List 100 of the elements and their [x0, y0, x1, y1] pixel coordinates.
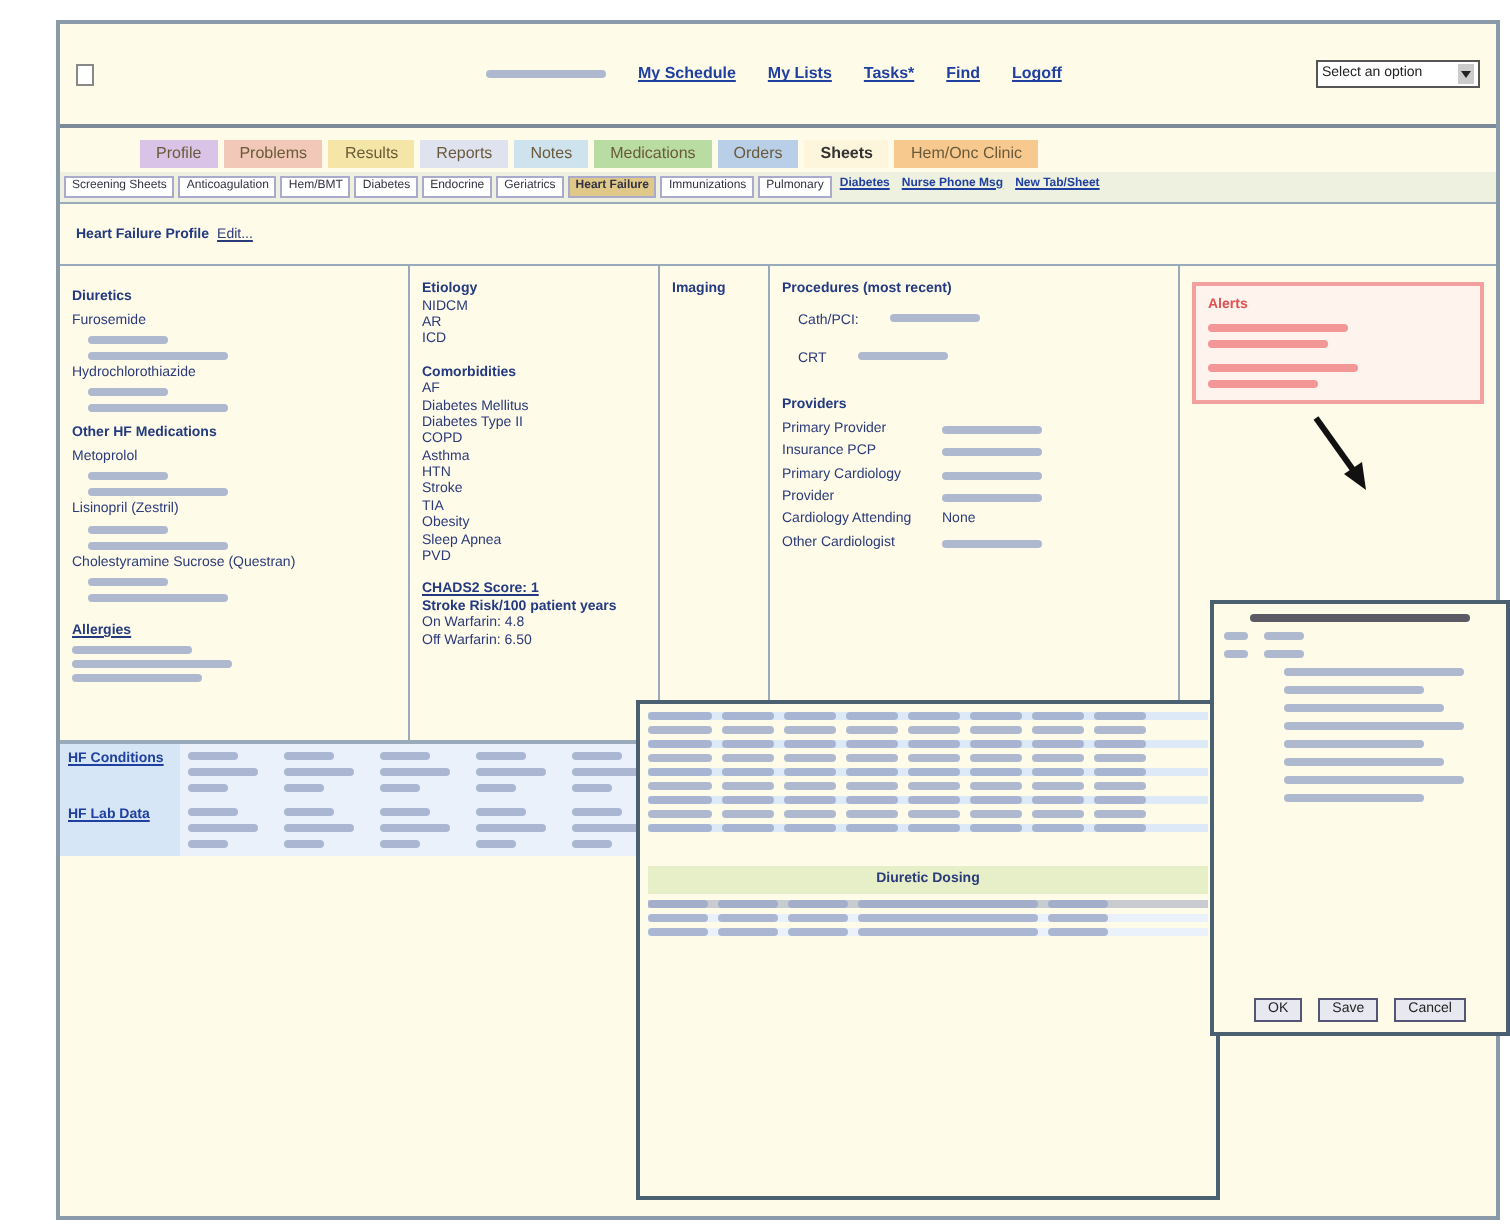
tab[interactable]: Problems [223, 140, 323, 168]
blurred-text [942, 425, 1042, 434]
blurred-text [88, 388, 168, 397]
blurred-text [942, 539, 1042, 548]
document-icon[interactable] [76, 63, 94, 85]
blurred-text [188, 784, 228, 793]
blurred-text [908, 768, 960, 776]
blurred-text [788, 914, 848, 923]
blurred-text [648, 726, 712, 734]
blurred-text [1032, 768, 1084, 776]
blurred-text [1094, 768, 1146, 776]
tab[interactable]: Medications [594, 140, 712, 168]
blurred-text [1094, 824, 1146, 832]
blurred-text [970, 782, 1022, 790]
blurred-text [1032, 754, 1084, 762]
blurred-text [1032, 712, 1084, 720]
blurred-text [284, 768, 354, 777]
blurred-text [572, 752, 622, 761]
blurred-text [188, 768, 258, 777]
blurred-text [970, 768, 1022, 776]
blurred-text [1032, 740, 1084, 748]
blurred-text [890, 313, 981, 322]
blurred-text [572, 824, 642, 833]
blurred-text [908, 740, 960, 748]
blurred-text [784, 726, 836, 734]
blurred-text [572, 768, 642, 777]
blurred-text [284, 808, 334, 817]
arrow-icon [1313, 415, 1366, 490]
blurred-text [88, 577, 168, 586]
blurred-text [1094, 782, 1146, 790]
blurred-text [942, 448, 1042, 457]
blurred-text [722, 796, 774, 804]
blurred-text [784, 810, 836, 818]
blurred-text [846, 768, 898, 776]
blurred-text [908, 782, 960, 790]
blurred-text [1032, 726, 1084, 734]
blurred-text [572, 784, 612, 793]
blurred-text [188, 840, 228, 849]
blurred-text [476, 808, 526, 817]
blurred-text [718, 928, 778, 937]
blurred-text [188, 752, 238, 761]
blurred-text [718, 914, 778, 923]
blurred-text [648, 740, 712, 748]
blurred-text [970, 796, 1022, 804]
tab[interactable]: Hem/Onc Clinic [894, 140, 1039, 168]
blurred-text [188, 808, 238, 817]
header-link[interactable]: Find [946, 64, 981, 84]
blurred-text [476, 824, 546, 833]
tab[interactable]: Notes [514, 140, 589, 168]
blurred-text [1208, 339, 1328, 348]
tab[interactable]: Reports [420, 140, 509, 168]
blurred-text [88, 525, 168, 534]
blurred-text [788, 928, 848, 937]
blurred-text [284, 784, 324, 793]
blurred-text [284, 840, 324, 849]
blurred-text [908, 796, 960, 804]
blurred-text [1032, 782, 1084, 790]
blurred-text [188, 824, 258, 833]
blurred-text [784, 796, 836, 804]
blurred-text [88, 404, 228, 413]
header-link[interactable]: My Schedule [638, 64, 736, 84]
blurred-text [648, 914, 708, 923]
blurred-text [72, 646, 192, 655]
blurred-text [88, 351, 228, 360]
blurred-text [846, 810, 898, 818]
blurred-text [784, 782, 836, 790]
header-link[interactable]: Tasks* [863, 64, 915, 84]
blurred-text [1094, 754, 1146, 762]
blurred-text [1284, 686, 1424, 694]
blurred-text [908, 712, 960, 720]
tab[interactable]: Orders [717, 140, 799, 168]
blurred-text [88, 541, 228, 550]
blurred-text [88, 593, 228, 602]
blurred-text [722, 754, 774, 762]
header-link[interactable]: My Lists [767, 64, 832, 84]
blurred-text [846, 754, 898, 762]
blurred-text [722, 726, 774, 734]
blurred-text [284, 752, 334, 761]
blurred-text [380, 752, 430, 761]
blurred-text [846, 740, 898, 748]
blurred-text [784, 712, 836, 720]
blurred-text [648, 928, 708, 937]
blurred-text [1264, 632, 1304, 640]
blurred-text [1284, 740, 1424, 748]
tab[interactable]: Results [328, 140, 415, 168]
blurred-text [1208, 323, 1348, 332]
header-link[interactable]: Logoff [1012, 64, 1062, 84]
blurred-text [476, 784, 516, 793]
tab[interactable]: Profile [140, 140, 218, 168]
blurred-text [380, 768, 450, 777]
blurred-text [648, 824, 712, 832]
blurred-text [88, 488, 228, 497]
blurred-text [1284, 794, 1424, 802]
blurred-text [1264, 650, 1304, 658]
tab[interactable]: Sheets [804, 140, 889, 168]
blurred-text [1032, 796, 1084, 804]
blurred-text [1048, 914, 1108, 923]
blurred-text [1094, 796, 1146, 804]
blurred-text [648, 768, 712, 776]
blurred-text [970, 740, 1022, 748]
